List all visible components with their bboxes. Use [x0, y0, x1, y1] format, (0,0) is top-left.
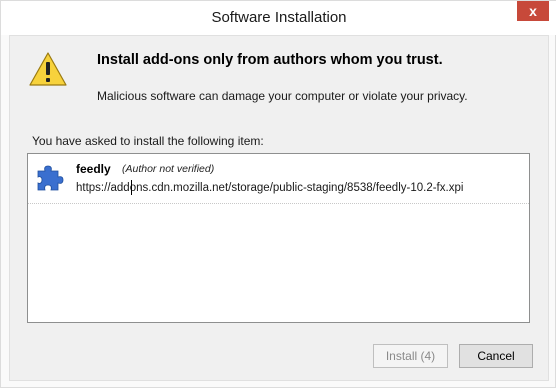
title-bar[interactable]: Software Installation x [1, 1, 556, 35]
text-caret [131, 180, 132, 195]
addon-url[interactable]: https://addons.cdn.mozilla.net/storage/p… [76, 182, 463, 194]
window-title: Software Installation [211, 9, 347, 26]
close-icon: x [529, 3, 537, 19]
install-list-label: You have asked to install the following … [32, 134, 264, 148]
addon-name: feedly [76, 162, 111, 176]
warning-icon [29, 52, 67, 86]
list-item[interactable]: feedly (Author not verified) https://add… [28, 154, 529, 204]
addon-author-status: (Author not verified) [122, 163, 215, 175]
cancel-button[interactable]: Cancel [459, 344, 533, 368]
warning-headline: Install add-ons only from authors whom y… [97, 52, 443, 68]
dialog-content: Install add-ons only from authors whom y… [9, 35, 549, 381]
install-button[interactable]: Install (4) [373, 344, 448, 368]
installation-dialog: Software Installation x Install add-ons … [0, 0, 556, 388]
warning-subtext: Malicious software can damage your compu… [97, 89, 468, 103]
install-item-list[interactable]: feedly (Author not verified) https://add… [27, 153, 530, 323]
puzzle-piece-icon [37, 165, 64, 191]
close-button[interactable]: x [517, 1, 549, 21]
